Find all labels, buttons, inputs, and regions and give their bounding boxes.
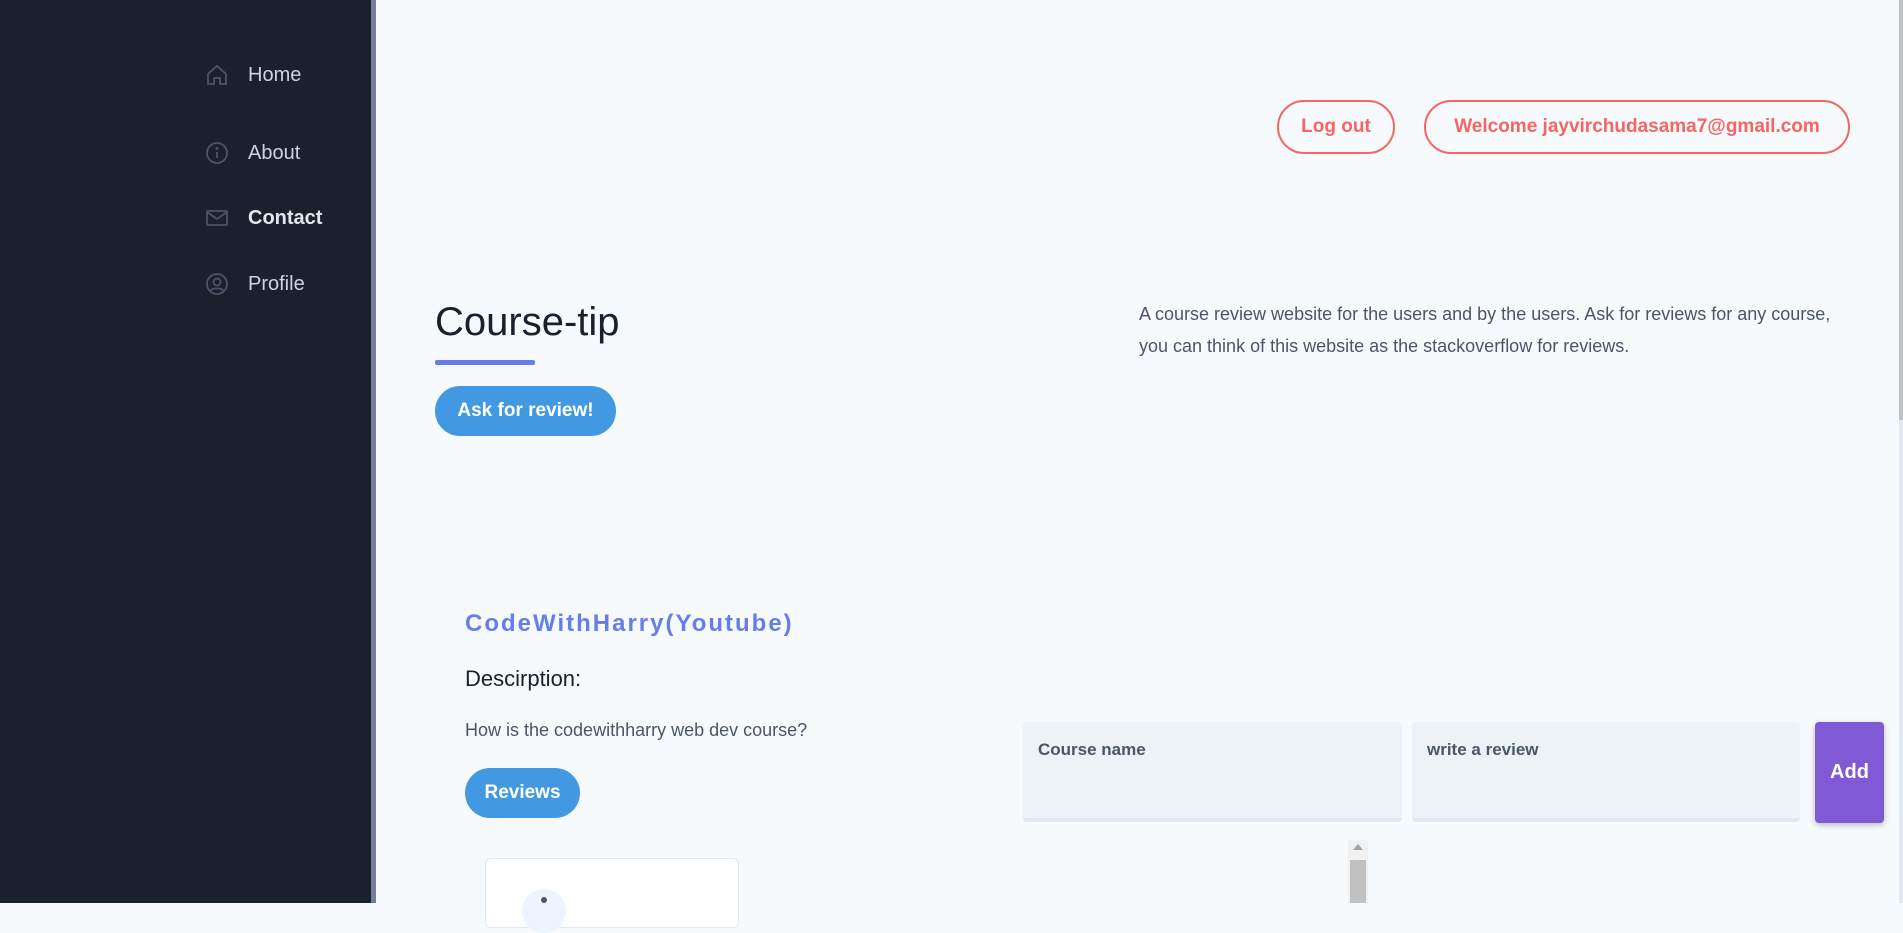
review-card [485,858,739,933]
sidebar-item-label: Profile [248,272,305,295]
review-input[interactable]: write a review [1412,722,1800,822]
title-underline [435,360,535,365]
home-icon [204,62,230,88]
course-name[interactable]: CodeWithHarry(Youtube) [465,610,794,638]
reviews-scrollbar[interactable] [1348,840,1368,903]
logout-button[interactable]: Log out [1277,100,1395,154]
mail-icon [204,205,230,231]
info-icon [204,140,230,166]
page-title: Course-tip [435,300,620,344]
sidebar-item-contact[interactable]: Contact [204,205,322,231]
sidebar-item-profile[interactable]: Profile [204,271,305,297]
scroll-thumb[interactable] [1350,860,1366,903]
ask-review-button[interactable]: Ask for review! [435,386,616,436]
intro-text: A course review website for the users an… [1139,304,1831,356]
welcome-button[interactable]: Welcome jayvirchudasama7@gmail.com [1424,100,1850,154]
user-circle-icon [204,271,230,297]
user-icon [541,897,547,903]
sidebar-item-about[interactable]: About [204,140,300,166]
sidebar-item-label: About [248,141,301,164]
avatar [522,889,566,933]
description-text: How is the codewithharry web dev course? [465,720,808,740]
sidebar-item-home[interactable]: Home [204,62,301,88]
page-scroll-thumb[interactable] [1899,0,1903,420]
scroll-up-icon[interactable] [1353,844,1363,850]
sidebar-item-label: Contact [248,206,323,229]
sidebar-item-label: Home [248,63,302,86]
add-button[interactable]: Add [1815,722,1884,823]
course-name-input[interactable]: Course name [1023,722,1402,822]
description-heading: Descirption: [465,666,582,691]
course-name-placeholder: Course name [1038,740,1146,759]
reviews-button[interactable]: Reviews [465,768,580,818]
review-placeholder: write a review [1427,740,1539,759]
sidebar: Home About Contact Profile [0,0,376,903]
